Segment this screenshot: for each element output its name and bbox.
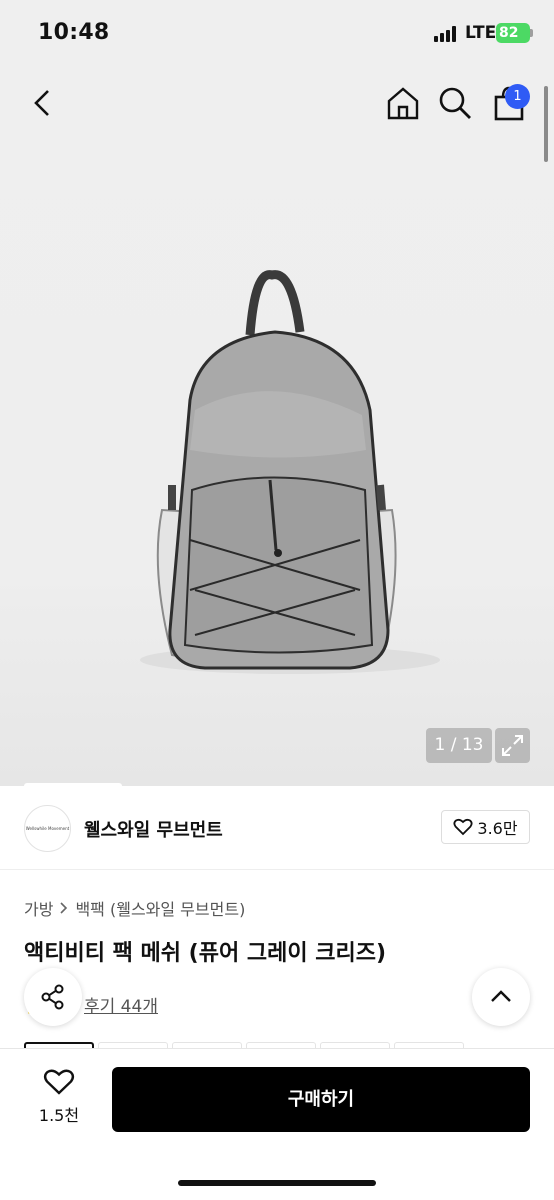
reviews-link[interactable]: 후기 44개 <box>84 992 158 1017</box>
expand-button[interactable] <box>495 728 530 763</box>
heart-icon <box>453 818 473 836</box>
brand-like-button[interactable]: 3.6만 <box>441 810 530 844</box>
breadcrumb-item[interactable]: 백팩 (웰스와일 무브먼트) <box>75 896 245 920</box>
heart-icon <box>43 1069 75 1095</box>
signal-icon <box>434 26 458 42</box>
back-button[interactable] <box>26 86 60 120</box>
backpack-image <box>140 270 440 674</box>
battery-icon: 82 <box>496 23 530 43</box>
status-time: 10:48 <box>38 20 110 45</box>
battery-cap <box>530 29 533 37</box>
home-icon <box>387 87 419 120</box>
search-button[interactable] <box>436 84 474 122</box>
network-label: LTE <box>465 23 497 43</box>
expand-icon <box>502 735 523 756</box>
product-image-area[interactable] <box>0 70 554 786</box>
wishlist-count: 1.5천 <box>38 1106 80 1125</box>
buy-button[interactable]: 구매하기 <box>112 1067 530 1132</box>
share-button[interactable] <box>24 968 82 1026</box>
brand-name[interactable]: 웰스와일 무브먼트 <box>84 816 223 842</box>
status-bar: 10:48 LTE 82 <box>0 0 554 70</box>
share-icon <box>41 984 64 1010</box>
page-scrollbar[interactable] <box>544 86 548 162</box>
wishlist-button[interactable]: 1.5천 <box>30 1068 88 1130</box>
breadcrumb-item[interactable]: 가방 <box>24 896 53 920</box>
brand-row[interactable]: Wellswhile Movement 웰스와일 무브먼트 3.6만 <box>0 786 554 870</box>
chevron-right-icon <box>60 902 68 914</box>
scroll-top-button[interactable] <box>472 968 530 1026</box>
image-counter: 1 / 13 <box>426 728 492 763</box>
cart-count-badge: 1 <box>505 84 530 109</box>
brand-logo[interactable]: Wellswhile Movement <box>24 805 71 852</box>
brand-logo-text: Wellswhile Movement <box>25 826 70 831</box>
search-icon <box>439 87 471 119</box>
brand-like-count: 3.6만 <box>477 819 518 838</box>
home-indicator[interactable] <box>178 1180 376 1186</box>
chevron-left-icon <box>34 90 49 116</box>
breadcrumb: 가방 백팩 (웰스와일 무브먼트) <box>24 896 245 920</box>
product-title: 액티비티 팩 메쉬 (퓨어 그레이 크리즈) <box>24 941 387 966</box>
home-button[interactable] <box>384 84 422 122</box>
chevron-up-icon <box>491 990 511 1002</box>
